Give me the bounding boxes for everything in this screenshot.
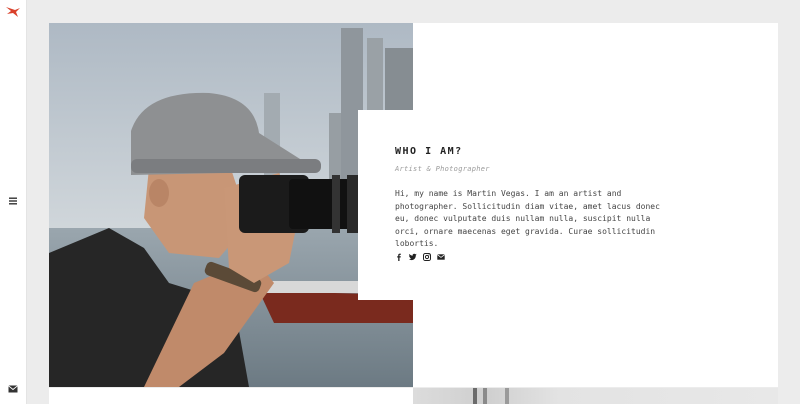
- instagram-icon[interactable]: [423, 253, 431, 261]
- sidebar: [0, 0, 27, 404]
- facebook-icon[interactable]: [395, 253, 403, 261]
- about-text: Hi, my name is Martin Vegas. I am an art…: [395, 189, 660, 249]
- envelope-icon[interactable]: [8, 385, 18, 393]
- window-frame: [473, 388, 477, 404]
- about-subtitle: Artist & Photographer: [395, 165, 490, 173]
- next-section-white: [49, 388, 413, 404]
- social-links: [395, 253, 445, 261]
- hamburger-menu-icon[interactable]: [8, 196, 18, 206]
- envelope-icon[interactable]: [437, 253, 445, 261]
- twitter-icon[interactable]: [409, 253, 417, 261]
- bird-logo[interactable]: [6, 6, 20, 18]
- next-section-image: [413, 388, 778, 404]
- about-card: WHO I AM? Artist & Photographer Hi, my n…: [358, 110, 678, 300]
- window-frame: [483, 388, 487, 404]
- about-title: WHO I AM?: [395, 146, 463, 157]
- window-frame: [505, 388, 509, 404]
